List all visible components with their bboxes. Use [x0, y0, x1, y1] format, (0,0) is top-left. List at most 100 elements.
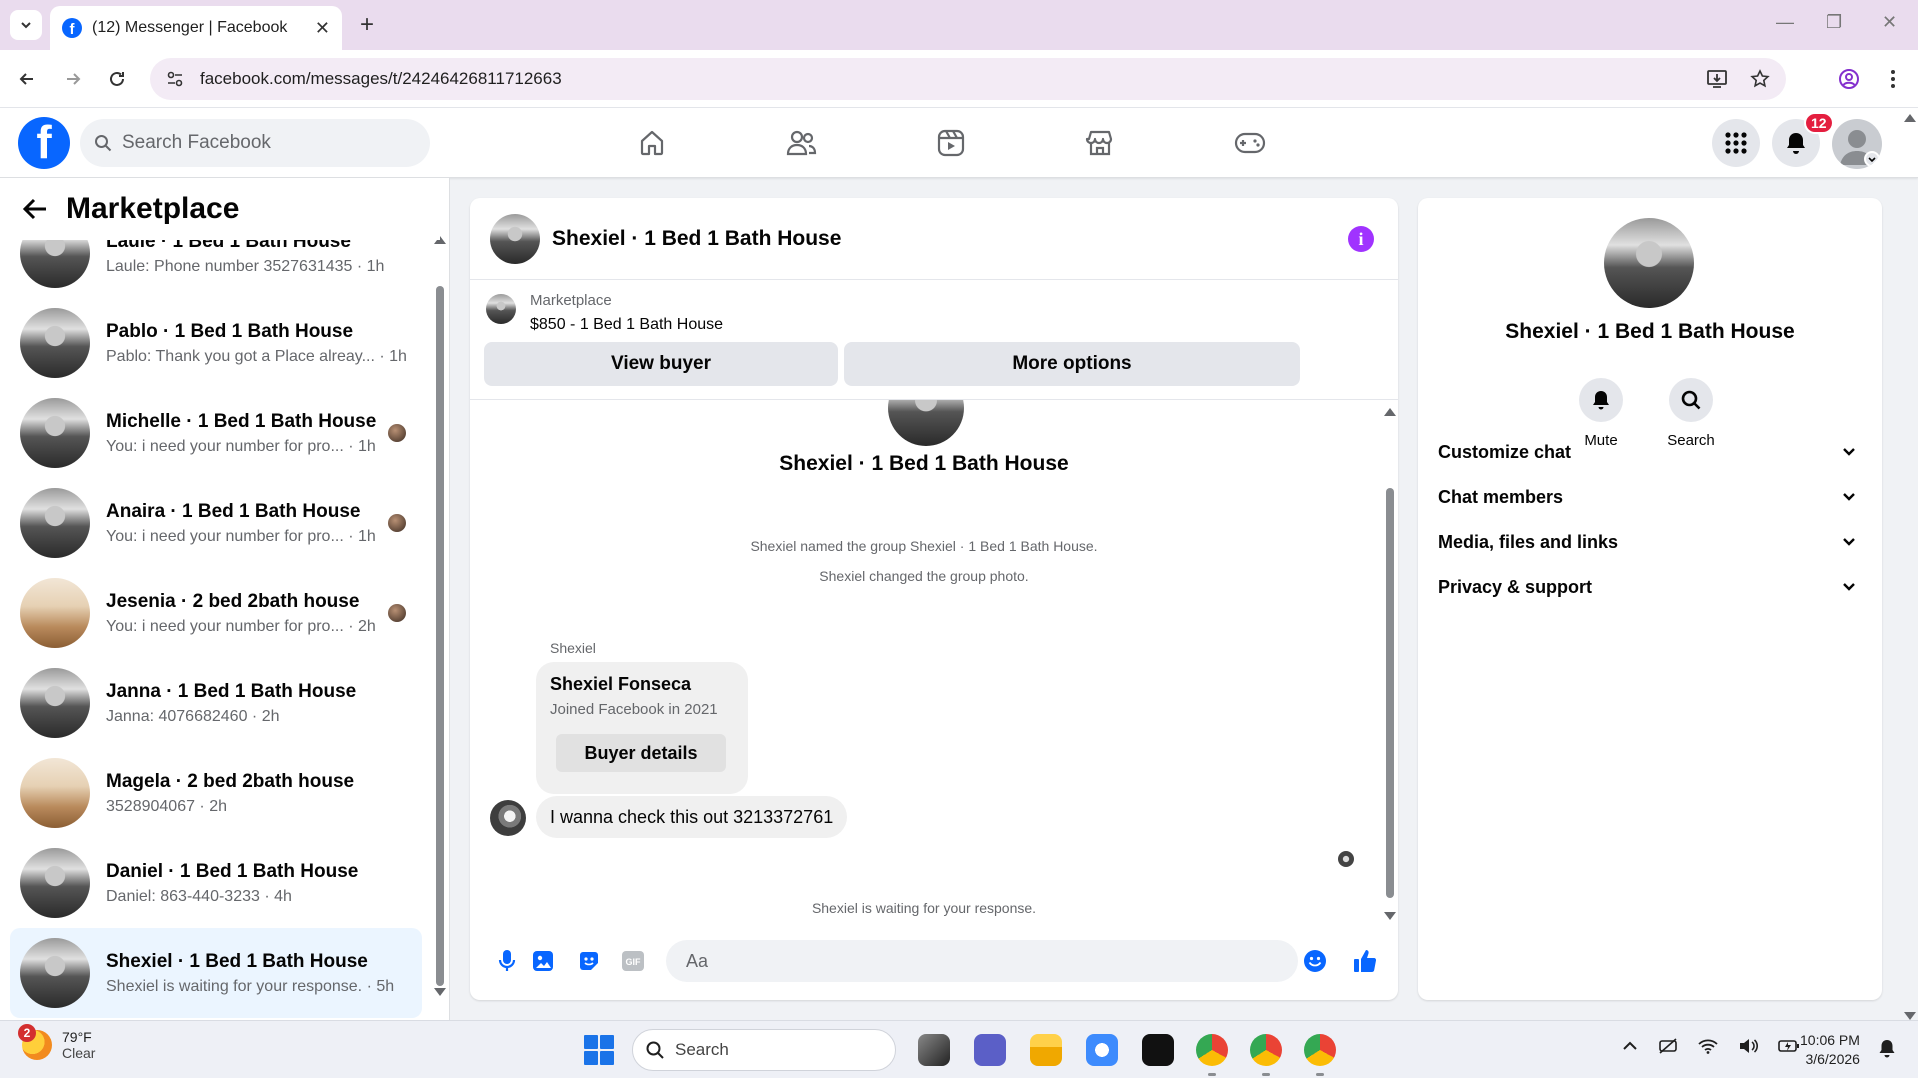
arrow-right-icon — [67, 73, 81, 85]
sticker-button[interactable] — [576, 948, 602, 974]
chat-title[interactable]: Shexiel · 1 Bed 1 Bath House — [552, 227, 841, 251]
capcut-icon[interactable] — [1142, 1034, 1174, 1066]
conversation-item[interactable]: Anaira · 1 Bed 1 Bath House You: i need y… — [10, 478, 422, 568]
close-window-icon[interactable]: ✕ — [1882, 12, 1897, 33]
info-section-1[interactable]: Customize chat — [1438, 430, 1862, 474]
system-clock[interactable]: 10:06 PM 3/6/2026 — [1800, 1031, 1860, 1069]
address-bar[interactable]: facebook.com/messages/t/2424642681171266… — [150, 58, 1786, 100]
buyer-details-button[interactable]: Buyer details — [556, 734, 726, 772]
site-settings-icon[interactable] — [166, 70, 184, 88]
tab-search-button[interactable] — [10, 10, 42, 40]
sender-avatar[interactable] — [490, 800, 526, 836]
notification-bell-icon[interactable] — [1878, 1039, 1896, 1059]
battery-charging-icon[interactable] — [1778, 1039, 1800, 1053]
conversation-item[interactable]: Janna · 1 Bed 1 Bath House Janna: 4076682… — [10, 658, 422, 748]
conversation-item[interactable]: Daniel · 1 Bed 1 Bath House Daniel: 863-4… — [10, 838, 422, 928]
like-button[interactable] — [1352, 948, 1378, 974]
nav-marketplace[interactable] — [1079, 122, 1121, 164]
chat-scrollbar[interactable] — [1384, 408, 1396, 920]
sidebar-header: Marketplace — [0, 178, 440, 240]
chat-scroll-thumb[interactable] — [1386, 488, 1394, 898]
scroll-down-arrow-icon[interactable] — [1904, 1012, 1916, 1020]
minimize-icon[interactable]: — — [1776, 12, 1794, 33]
facebook-search-input[interactable] — [122, 132, 416, 154]
chevron-up-icon[interactable] — [1622, 1040, 1638, 1052]
weather-widget[interactable]: 2 79°F Clear — [18, 1024, 95, 1061]
sidebar-scrollbar[interactable] — [434, 236, 446, 996]
nav-home[interactable] — [631, 122, 673, 164]
conversation-item[interactable]: Jesenia · 2 bed 2bath house You: i need y… — [10, 568, 422, 658]
forward-button[interactable] — [60, 66, 86, 92]
svg-text:GIF: GIF — [626, 957, 642, 967]
listing-thumbnail[interactable] — [486, 294, 516, 324]
windows-taskbar: 2 79°F Clear Search 10:06 PM 3/6/2026 — [0, 1020, 1918, 1078]
scroll-down-arrow-icon[interactable] — [434, 988, 446, 996]
message-bubble[interactable]: I wanna check this out 3213372761 — [536, 796, 848, 838]
conversation-item[interactable]: Pablo · 1 Bed 1 Bath House Pablo: Thank y… — [10, 298, 422, 388]
info-section-2[interactable]: Chat members — [1438, 475, 1862, 519]
menu-button[interactable] — [1712, 119, 1760, 167]
waiting-notice: Shexiel is waiting for your response. — [811, 900, 1037, 916]
conversation-item[interactable]: Shexiel · 1 Bed 1 Bath House Shexiel is w… — [10, 928, 422, 1018]
nav-friends[interactable] — [780, 122, 822, 164]
view-buyer-button[interactable]: View buyer — [484, 342, 838, 386]
install-app-icon[interactable] — [1706, 69, 1728, 89]
tab-title: (12) Messenger | Facebook — [92, 19, 288, 36]
scroll-down-arrow-icon[interactable] — [1384, 912, 1396, 920]
marketplace-icon — [1085, 130, 1113, 156]
page-scrollbar[interactable] — [1904, 114, 1916, 1020]
volume-icon[interactable] — [1738, 1037, 1758, 1055]
account-avatar[interactable] — [1832, 119, 1882, 169]
back-arrow-icon[interactable] — [22, 197, 48, 221]
microphone-icon — [498, 950, 516, 971]
conversation-preview: Laule: Phone number 3527631435 · 1h — [106, 257, 385, 275]
profile-button[interactable] — [1836, 66, 1862, 92]
info-group-photo[interactable] — [1604, 218, 1694, 308]
attach-photo-button[interactable] — [530, 948, 556, 974]
info-section-3[interactable]: Media, files and links — [1438, 520, 1862, 564]
reload-button[interactable] — [104, 66, 130, 92]
chrome-profile-2-icon[interactable] — [1250, 1034, 1282, 1066]
facebook-search[interactable] — [80, 119, 430, 167]
facebook-logo-icon[interactable]: f — [18, 117, 70, 169]
no-network-icon[interactable] — [1658, 1037, 1678, 1055]
info-section-4[interactable]: Privacy & support — [1438, 565, 1862, 609]
bookmark-star-icon[interactable] — [1750, 69, 1770, 89]
taskbar-search[interactable]: Search — [632, 1029, 896, 1071]
teams-chat-icon[interactable] — [974, 1034, 1006, 1066]
tab-close-icon[interactable]: ✕ — [315, 18, 330, 39]
chrome-profile-3-icon[interactable] — [1304, 1034, 1336, 1066]
restore-icon[interactable]: ❐ — [1826, 12, 1842, 33]
wifi-icon[interactable] — [1698, 1038, 1718, 1054]
conversation-name: Daniel · 1 Bed 1 Bath House — [106, 860, 359, 882]
conversation-item[interactable]: Michelle · 1 Bed 1 Bath House You: i need… — [10, 388, 422, 478]
browser-menu-button[interactable] — [1880, 66, 1906, 92]
conversation-thumbnail — [20, 578, 90, 648]
chat-group-photo[interactable] — [490, 213, 540, 264]
task-view-icon[interactable] — [918, 1034, 950, 1066]
url-text[interactable]: facebook.com/messages/t/2424642681171266… — [200, 69, 1690, 89]
emoji-button[interactable] — [1302, 948, 1328, 974]
sidebar-scroll-thumb[interactable] — [436, 286, 444, 986]
more-options-button[interactable]: More options — [844, 342, 1300, 386]
gif-button[interactable]: GIF — [620, 948, 646, 974]
conversation-item[interactable]: Magela · 2 bed 2bath house 3528904067 · 2… — [10, 748, 422, 838]
listing-price[interactable]: $850 - 1 Bed 1 Bath House — [530, 316, 723, 334]
back-button[interactable] — [14, 66, 40, 92]
windows-start-icon[interactable] — [584, 1035, 614, 1065]
new-tab-button[interactable]: + — [352, 10, 382, 40]
snipping-tool-icon[interactable] — [1086, 1034, 1118, 1066]
browser-tab-active[interactable]: f (12) Messenger | Facebook ✕ — [50, 6, 342, 50]
scroll-up-arrow-icon[interactable] — [1904, 114, 1916, 122]
voice-clip-button[interactable] — [494, 948, 520, 974]
file-explorer-icon[interactable] — [1030, 1034, 1062, 1066]
scroll-up-arrow-icon[interactable] — [1384, 408, 1396, 416]
message-input[interactable] — [666, 940, 1298, 982]
nav-gaming[interactable] — [1229, 122, 1271, 164]
system-tray — [1622, 1037, 1800, 1055]
conversation-thumbnail — [20, 938, 90, 1008]
chrome-profile-1-icon[interactable] — [1196, 1034, 1228, 1066]
info-icon[interactable]: i — [1348, 226, 1374, 252]
conversation-preview: You: i need your number for pro... · 2h — [106, 617, 376, 635]
nav-video[interactable] — [930, 122, 972, 164]
